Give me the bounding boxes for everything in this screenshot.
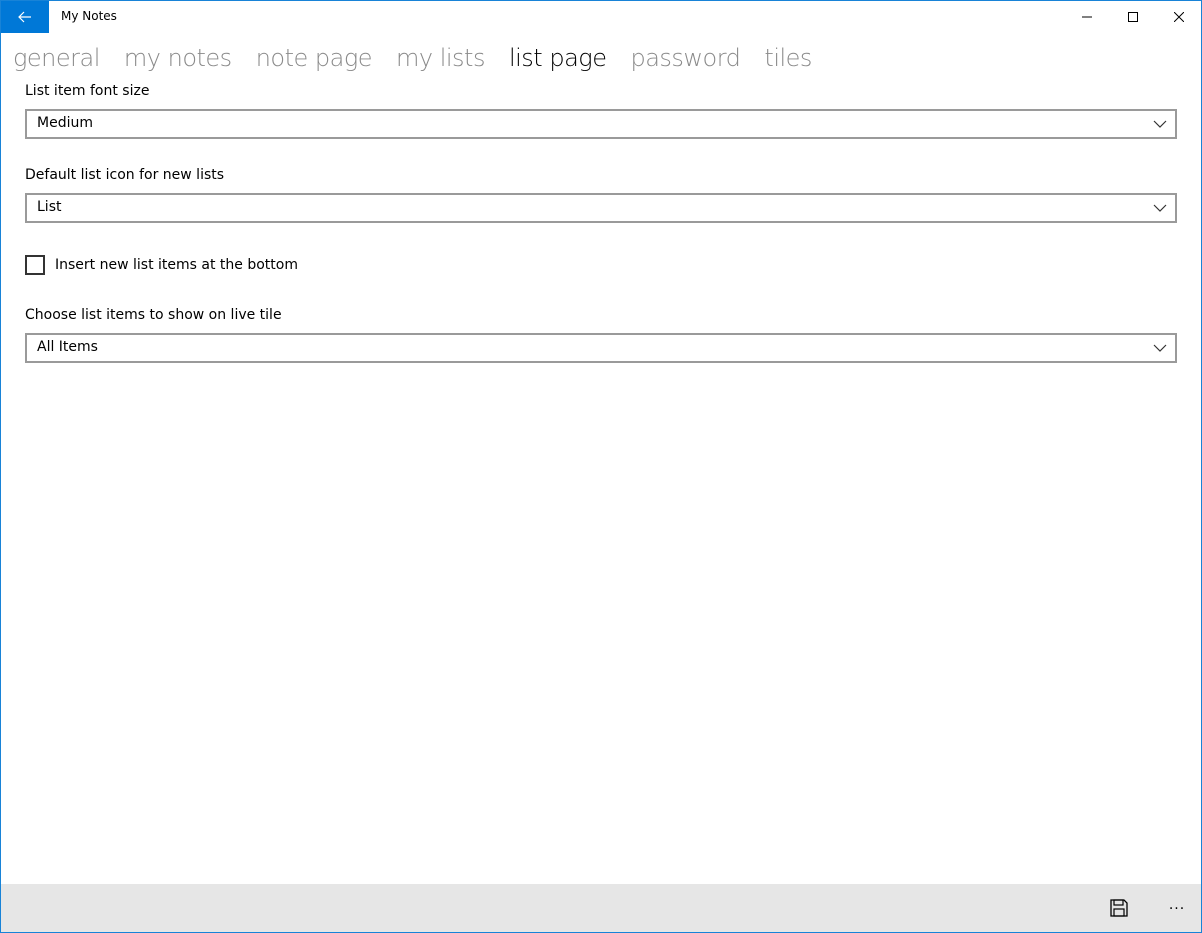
- tab-my-lists[interactable]: my lists: [396, 39, 485, 79]
- insert-bottom-label: Insert new list items at the bottom: [55, 257, 298, 273]
- minimize-button[interactable]: [1064, 1, 1110, 33]
- pivot-tabs: general my notes note page my lists list…: [13, 39, 836, 79]
- chevron-down-icon: [1153, 344, 1167, 352]
- font-size-value: Medium: [37, 115, 93, 131]
- checkbox-box[interactable]: [25, 255, 45, 275]
- live-tile-dropdown[interactable]: All Items: [25, 333, 1177, 363]
- close-button[interactable]: [1156, 1, 1201, 33]
- tab-password[interactable]: password: [630, 39, 740, 79]
- tab-general[interactable]: general: [13, 39, 100, 79]
- tab-note-page[interactable]: note page: [256, 39, 373, 79]
- chevron-down-icon: [1153, 204, 1167, 212]
- font-size-dropdown[interactable]: Medium: [25, 109, 1177, 139]
- tab-my-notes[interactable]: my notes: [124, 39, 232, 79]
- close-icon: [1174, 12, 1184, 22]
- tab-list-page[interactable]: list page: [509, 39, 607, 79]
- app-title: My Notes: [61, 9, 117, 23]
- back-button[interactable]: [1, 1, 49, 33]
- tab-tiles[interactable]: tiles: [764, 39, 812, 79]
- save-icon: [1110, 899, 1128, 917]
- back-arrow-icon: [18, 11, 31, 23]
- chevron-down-icon: [1153, 120, 1167, 128]
- maximize-button[interactable]: [1110, 1, 1156, 33]
- default-icon-value: List: [37, 199, 62, 215]
- font-size-label: List item font size: [25, 83, 150, 99]
- more-icon: ...: [1168, 897, 1186, 913]
- insert-bottom-checkbox[interactable]: Insert new list items at the bottom: [25, 254, 298, 276]
- default-icon-dropdown[interactable]: List: [25, 193, 1177, 223]
- app-window: My Notes general my notes note page my l…: [0, 0, 1202, 933]
- save-button[interactable]: [1095, 884, 1143, 932]
- title-bar: My Notes: [1, 1, 1201, 33]
- more-button[interactable]: ...: [1153, 884, 1201, 932]
- live-tile-label: Choose list items to show on live tile: [25, 307, 282, 323]
- minimize-icon: [1082, 16, 1092, 18]
- default-icon-label: Default list icon for new lists: [25, 167, 225, 183]
- live-tile-value: All Items: [37, 339, 98, 355]
- maximize-icon: [1128, 12, 1138, 22]
- command-bar: ...: [1, 884, 1201, 932]
